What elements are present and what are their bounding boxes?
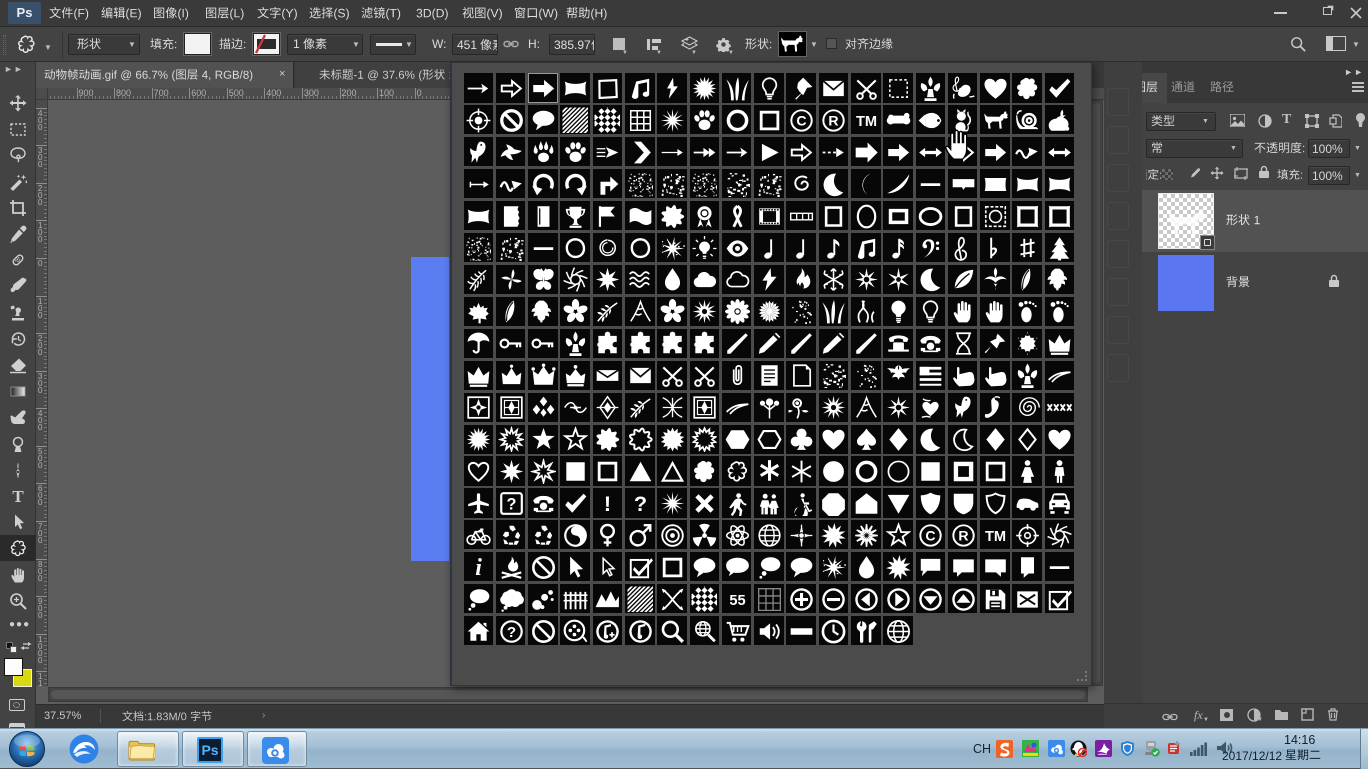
svg-text:T: T [12, 487, 24, 505]
